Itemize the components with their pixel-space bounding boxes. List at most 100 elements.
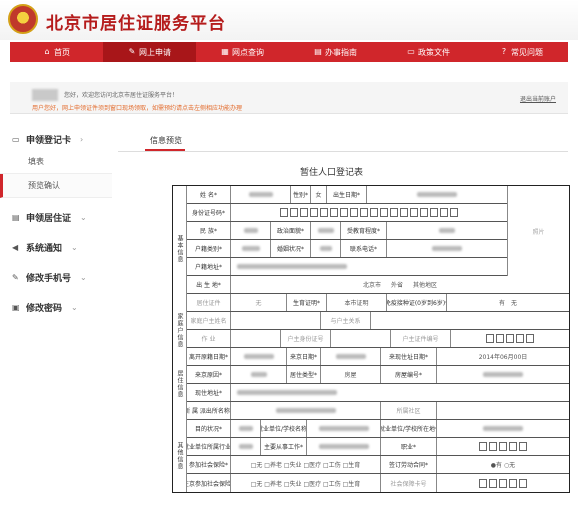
name-field [231, 186, 291, 203]
residence-cert-label: 居住证件 [187, 294, 231, 311]
edit-icon: ✎ [128, 47, 136, 56]
chevron-right-icon: › [80, 134, 84, 144]
gender-value: 女 [311, 186, 327, 203]
labor-contract-options[interactable]: ●有 ○无 [437, 456, 569, 473]
id-card-icon: ▭ [12, 134, 20, 144]
section-household-info: 家庭户信息 [173, 312, 187, 348]
education-label: 受教育程度* [341, 222, 387, 239]
police-station-label: 所 属 派出所名称* [187, 402, 231, 419]
leave-date-field [231, 348, 287, 365]
sidebar-group-change-phone[interactable]: ✎ 修改手机号 ⌄ [0, 266, 112, 288]
house-number-field [437, 366, 569, 383]
guide-icon: ▤ [314, 47, 322, 56]
site-header: 北京市居住证服务平台 [0, 0, 578, 40]
ethnic-field [231, 222, 271, 239]
chevron-down-icon: ⌄ [71, 242, 78, 252]
ethnic-label: 民 族* [187, 222, 231, 239]
job-label: 职业* [381, 438, 437, 455]
section-basic-info: 基本信息 [173, 186, 187, 312]
photo-placeholder: 照片 [507, 186, 569, 276]
birth-field [367, 186, 507, 203]
tab-preview[interactable]: 信息预览 [150, 135, 182, 146]
residence-cert-options[interactable]: 无 [231, 294, 287, 311]
head-id-field [331, 330, 391, 347]
sidebar-item-fill-form[interactable]: 填表 [0, 150, 112, 174]
community-field [437, 402, 569, 419]
nav-home[interactable]: ⌂ 首页 [10, 42, 103, 62]
nav-outlet-query[interactable]: ▦ 网点查询 [196, 42, 289, 62]
name-label: 姓 名* [187, 186, 231, 203]
job-boxes [437, 438, 569, 455]
politics-field [311, 222, 341, 239]
hukou-type-field [231, 240, 271, 257]
chevron-down-icon: ⌄ [71, 302, 78, 312]
username-redacted [32, 89, 58, 101]
phone-field [387, 240, 507, 257]
vaccination-label: 免疫接种证(0岁到6岁)* [387, 294, 447, 311]
welcome-note: 用户您好，网上申领证件须到窗口现场领取，如需预约请点击左侧相应功能办理 [32, 105, 243, 112]
birth-label: 出生日期* [327, 186, 367, 203]
id-number-boxes [231, 204, 507, 221]
nav-online-apply[interactable]: ✎ 网上申请 [103, 42, 196, 62]
tab-divider [118, 151, 568, 152]
labor-contract-label: 签订劳动合同* [381, 456, 437, 473]
sidebar-group-residence-permit[interactable]: ▤ 申领居住证 ⌄ [0, 206, 112, 228]
live-type-label: 居住类型* [287, 366, 321, 383]
marriage-field [311, 240, 341, 257]
employer-field [307, 420, 381, 437]
head-relation-label: 与户主关系 [321, 312, 371, 329]
sidebar-group-register-card[interactable]: ▭ 申领登记卡 › [0, 128, 112, 150]
document-icon: ▭ [407, 47, 415, 56]
purpose-field [231, 420, 261, 437]
nav-policy[interactable]: ▭ 政策文件 [382, 42, 475, 62]
section-residence-info: 居住信息 [173, 348, 187, 420]
question-icon: ? [501, 47, 507, 56]
work-type-field [307, 438, 381, 455]
birthplace-options[interactable]: 北京市 外省 其他地区 [231, 276, 569, 293]
leave-date-label: 离开原籍日期* [187, 348, 231, 365]
card-icon: ▤ [12, 212, 20, 222]
map-icon: ▦ [221, 47, 229, 56]
social-insurance-options[interactable]: □无 □养老 □失业 □医疗 □工伤 □生育 [231, 456, 381, 473]
registration-form: 基本信息 照片 姓 名* 性别* 女 出生日期* 身份证号码* 民 族* 政治面… [172, 185, 570, 493]
hukou-address-field [231, 258, 507, 275]
nav-faq[interactable]: ? 常见问题 [475, 42, 568, 62]
form-title: 暂住人口登记表 [300, 168, 364, 178]
employer-address-field [437, 420, 569, 437]
sidebar-group-change-password[interactable]: ▣ 修改密码 ⌄ [0, 296, 112, 318]
arrive-address-date-label: 来现住址日期* [381, 348, 437, 365]
work-label: 作 业 [187, 330, 231, 347]
family-head-label: 家庭户主姓名 [187, 312, 231, 329]
marriage-label: 婚姻状况* [271, 240, 311, 257]
lock-icon: ▣ [12, 302, 20, 312]
main-nav: ⌂ 首页 ✎ 网上申请 ▦ 网点查询 ▤ 办事指南 ▭ 政策文件 ? 常见问题 [10, 42, 568, 62]
living-insurance-options[interactable]: □无 □养老 □失业 □医疗 □工伤 □生育 [231, 474, 381, 492]
sidebar-item-preview-confirm[interactable]: 预览确认 [0, 174, 112, 198]
sidebar-group-notifications[interactable]: ◀ 系统通知 ⌄ [0, 236, 112, 258]
work-field [231, 330, 281, 347]
current-address-field [231, 384, 569, 401]
reproductive-cert-label: 生育证明* [287, 294, 327, 311]
speaker-icon: ◀ [12, 242, 19, 252]
id-number-label: 身份证号码* [187, 204, 231, 221]
phone-label: 联系电话* [341, 240, 387, 257]
chevron-down-icon: ⌄ [80, 272, 87, 282]
logout-link[interactable]: 退出当前账户 [520, 94, 556, 103]
tab-active-indicator [145, 149, 185, 151]
arrive-address-date-value: 2014年06月00日 [478, 354, 528, 361]
living-insurance-label: 在京参加社会保险* [187, 474, 231, 492]
nav-guide[interactable]: ▤ 办事指南 [289, 42, 382, 62]
arrive-date-label: 来京日期* [287, 348, 321, 365]
industry-label: 就业单位所属行业* [187, 438, 231, 455]
social-insurance-label: 参加社会保险* [187, 456, 231, 473]
vaccination-options[interactable]: 有 无 [447, 294, 569, 311]
spouse-id-boxes [451, 330, 569, 347]
beijing-cert-label[interactable]: 本市证明 [327, 294, 387, 311]
hukou-address-label: 户籍地址* [187, 258, 231, 275]
live-type-value: 房屋 [321, 366, 381, 383]
industry-field [231, 438, 261, 455]
house-number-label: 房屋编号* [381, 366, 437, 383]
home-icon: ⌂ [44, 47, 50, 56]
birthplace-label: 出 生 地* [187, 276, 231, 293]
family-head-field [231, 312, 321, 329]
